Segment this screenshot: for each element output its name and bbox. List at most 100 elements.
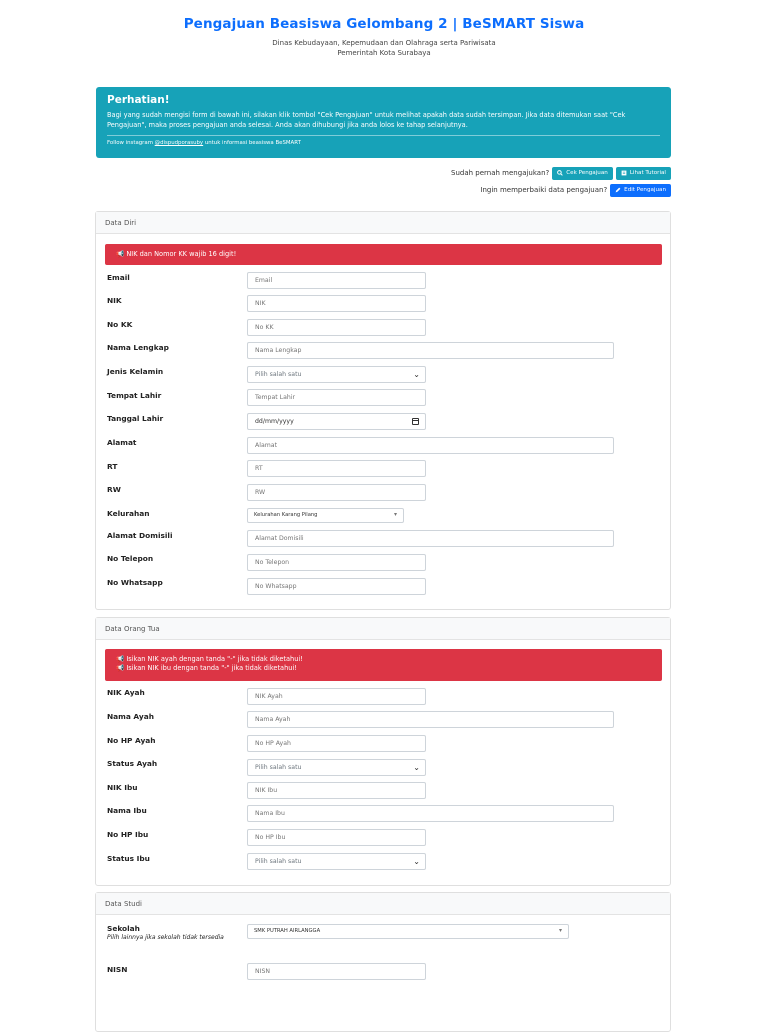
hp-ibu-label: No HP Ibu <box>107 830 149 839</box>
lihat-tutorial-label: Lihat Tutorial <box>629 170 666 176</box>
tanggal-lahir-value: dd/mm/yyyy <box>255 418 294 425</box>
jenis-kelamin-value: Pilih salah satu <box>255 371 302 378</box>
kelurahan-select[interactable]: Kelurahan Karang Pilang ▾ <box>247 508 404 523</box>
cek-pengajuan-label: Cek Pengajuan <box>566 170 608 176</box>
pencil-icon <box>615 187 621 193</box>
question-edit: Ingin memperbaiki data pengajuan? <box>480 186 608 194</box>
nik-ayah-label: NIK Ayah <box>107 688 145 697</box>
hp-ayah-field[interactable] <box>247 735 426 752</box>
megaphone-icon: 📢 <box>116 664 125 672</box>
cek-pengajuan-button[interactable]: Cek Pengajuan <box>552 166 613 180</box>
page-subtitle: Dinas Kebudayaan, Kepemudaan dan Olahrag… <box>0 38 768 58</box>
status-ibu-select[interactable]: Pilih salah satu ⌄ <box>247 853 426 870</box>
kelurahan-value: Kelurahan Karang Pilang <box>254 512 318 518</box>
action-bar: Sudah pernah mengajukan? Cek Pengajuan L… <box>451 166 671 200</box>
data-studi-title: Data Studi <box>96 893 670 915</box>
notice-follow: Follow instagram @dispudporasuby untuk i… <box>107 140 660 146</box>
notice-body: Bagi yang sudah mengisi form di bawah in… <box>107 111 626 129</box>
nisn-label: NISN <box>107 965 128 974</box>
sekolah-hint: Pilih lainnya jika sekolah tidak tersedi… <box>107 934 224 941</box>
nik-alert: 📢 NIK dan Nomor KK wajib 16 digit! <box>105 244 662 265</box>
tempat-lahir-field[interactable] <box>247 389 426 406</box>
sekolah-value: SMK PUTRAH AIRLANGGA <box>254 928 321 934</box>
sekolah-select[interactable]: SMK PUTRAH AIRLANGGA ▾ <box>247 924 569 939</box>
data-studi-card: Data Studi Sekolah Pilih lainnya jika se… <box>95 892 671 1032</box>
email-field[interactable] <box>247 272 426 289</box>
rt-label: RT <box>107 462 118 471</box>
agency-name: Dinas Kebudayaan, Kepemudaan dan Olahrag… <box>272 39 496 47</box>
nama-lengkap-label: Nama Lengkap <box>107 343 169 352</box>
alamat-domisili-label: Alamat Domisili <box>107 531 173 540</box>
hp-ayah-label: No HP Ayah <box>107 736 156 745</box>
question-submitted: Sudah pernah mengajukan? <box>451 169 550 177</box>
nama-ayah-label: Nama Ayah <box>107 712 154 721</box>
no-whatsapp-label: No Whatsapp <box>107 578 163 587</box>
status-ayah-label: Status Ayah <box>107 759 158 768</box>
ortu-alert: 📢 Isikan NIK ayah dengan tanda "-" jika … <box>105 649 662 681</box>
rt-field[interactable] <box>247 460 426 477</box>
chevron-down-icon: ⌄ <box>413 857 420 866</box>
government-name: Pemerintah Kota Surabaya <box>337 49 431 57</box>
data-diri-title: Data Diri <box>96 212 670 234</box>
nik-alert-text: NIK dan Nomor KK wajib 16 digit! <box>126 250 237 258</box>
no-whatsapp-field[interactable] <box>247 578 426 595</box>
tempat-lahir-label: Tempat Lahir <box>107 391 162 400</box>
alamat-domisili-field[interactable] <box>247 530 614 547</box>
data-ortu-title: Data Orang Tua <box>96 618 670 640</box>
notice-alert: Perhatian! Bagi yang sudah mengisi form … <box>96 87 671 158</box>
instagram-link[interactable]: @dispudporasuby <box>155 140 203 146</box>
nik-ibu-label: NIK Ibu <box>107 783 138 792</box>
nik-ayah-field[interactable] <box>247 688 426 705</box>
nik-label: NIK <box>107 296 122 305</box>
edit-pengajuan-label: Edit Pengajuan <box>624 187 666 193</box>
nama-lengkap-field[interactable] <box>247 342 614 359</box>
data-diri-card: Data Diri 📢 NIK dan Nomor KK wajib 16 di… <box>95 211 671 610</box>
status-ibu-value: Pilih salah satu <box>255 858 302 865</box>
chevron-down-icon: ▾ <box>558 927 562 934</box>
megaphone-icon: 📢 <box>116 250 125 258</box>
no-telepon-label: No Telepon <box>107 554 154 563</box>
chevron-down-icon: ⌄ <box>413 763 420 772</box>
lihat-tutorial-button[interactable]: Lihat Tutorial <box>615 166 671 180</box>
email-label: Email <box>107 273 130 282</box>
ortu-alert-line1: Isikan NIK ayah dengan tanda "-" jika ti… <box>126 655 303 663</box>
nik-ibu-field[interactable] <box>247 782 426 799</box>
rw-label: RW <box>107 485 121 494</box>
no-telepon-field[interactable] <box>247 554 426 571</box>
jenis-kelamin-select[interactable]: Pilih salah satu ⌄ <box>247 366 426 383</box>
status-ayah-select[interactable]: Pilih salah satu ⌄ <box>247 759 426 776</box>
nama-ibu-label: Nama Ibu <box>107 806 147 815</box>
nama-ayah-field[interactable] <box>247 711 614 728</box>
sekolah-label-text: Sekolah <box>107 924 140 933</box>
alamat-field[interactable] <box>247 437 614 454</box>
rw-field[interactable] <box>247 484 426 501</box>
calendar-icon[interactable] <box>412 418 419 425</box>
sekolah-label: Sekolah Pilih lainnya jika sekolah tidak… <box>107 924 232 942</box>
chevron-down-icon: ⌄ <box>413 370 420 379</box>
page-header: Pengajuan Beasiswa Gelombang 2 | BeSMART… <box>0 0 768 58</box>
no-kk-label: No KK <box>107 320 133 329</box>
nisn-field[interactable] <box>247 963 426 980</box>
jenis-kelamin-label: Jenis Kelamin <box>107 367 164 376</box>
ortu-alert-line2: Isikan NIK ibu dengan tanda "-" jika tid… <box>126 664 297 672</box>
page-title: Pengajuan Beasiswa Gelombang 2 | BeSMART… <box>183 16 585 32</box>
status-ibu-label: Status Ibu <box>107 854 150 863</box>
follow-suffix: untuk informasi beasiswa BeSMART <box>203 140 301 146</box>
chevron-down-icon: ▾ <box>393 511 397 518</box>
tanggal-lahir-field[interactable]: dd/mm/yyyy <box>247 413 426 430</box>
megaphone-icon: 📢 <box>116 655 125 663</box>
tanggal-lahir-label: Tanggal Lahir <box>107 414 164 423</box>
search-icon <box>557 170 563 176</box>
hp-ibu-field[interactable] <box>247 829 426 846</box>
book-icon <box>621 170 627 176</box>
data-ortu-card: Data Orang Tua 📢 Isikan NIK ayah dengan … <box>95 617 671 886</box>
no-kk-field[interactable] <box>247 319 426 336</box>
notice-heading: Perhatian! <box>107 94 170 106</box>
status-ayah-value: Pilih salah satu <box>255 764 302 771</box>
kelurahan-label: Kelurahan <box>107 509 150 518</box>
edit-pengajuan-button[interactable]: Edit Pengajuan <box>610 183 671 197</box>
nama-ibu-field[interactable] <box>247 805 614 822</box>
notice-divider <box>107 135 660 136</box>
alamat-label: Alamat <box>107 438 137 447</box>
nik-field[interactable] <box>247 295 426 312</box>
